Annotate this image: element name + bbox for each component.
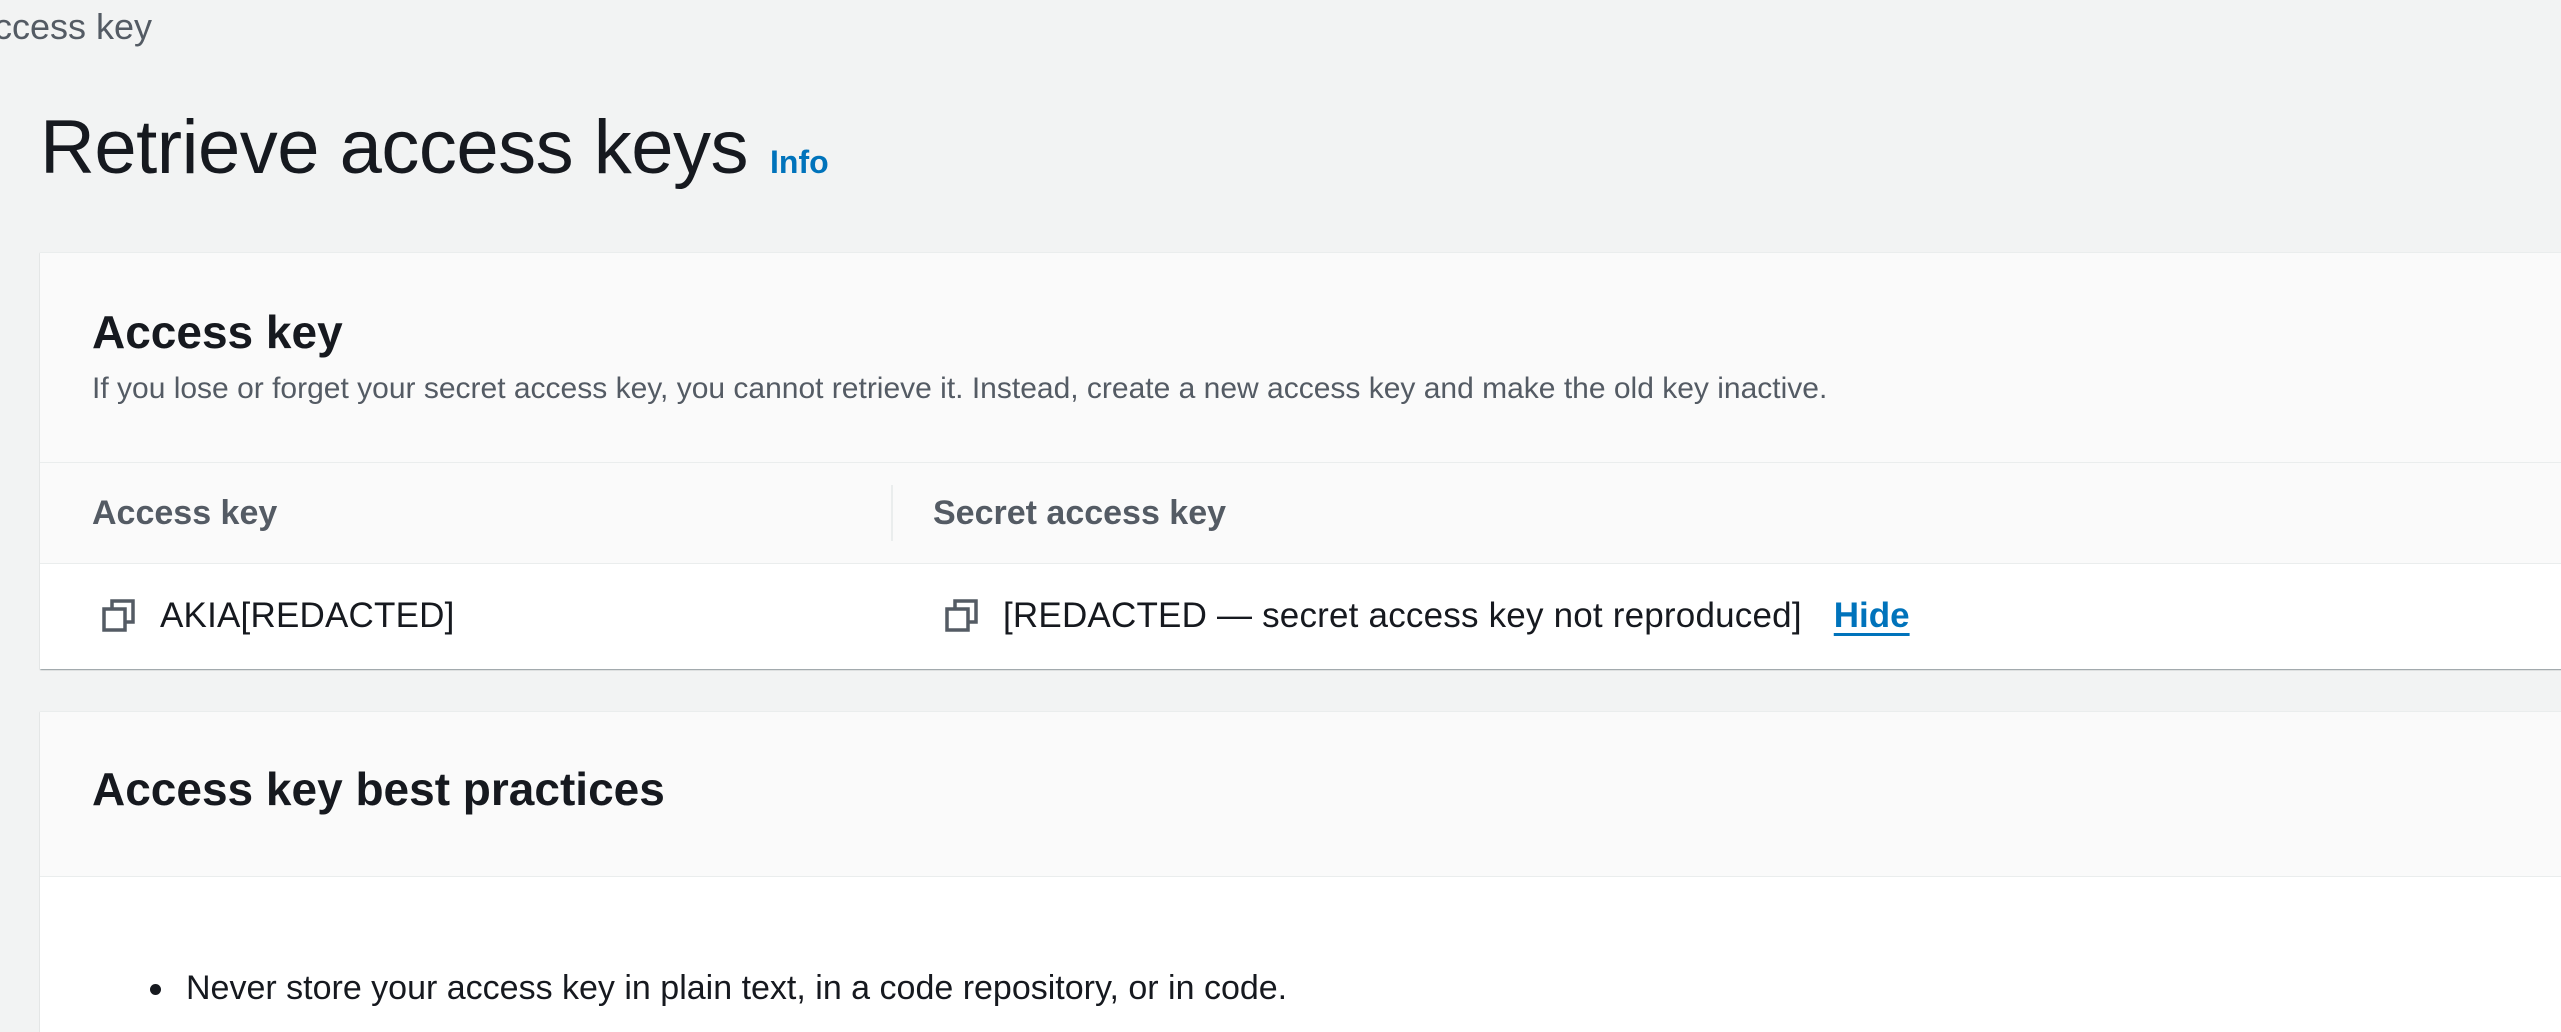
best-practices-list: Never store your access key in plain tex… (150, 877, 2561, 1008)
info-link[interactable]: Info (770, 144, 829, 181)
secret-access-key-column-label: Secret access key (933, 493, 1227, 532)
best-practices-panel-header: Access key best practices (40, 712, 2561, 877)
copy-icon-graphic (945, 599, 978, 632)
access-key-column-label: Access key (92, 493, 278, 532)
access-key-column-header: Access key (40, 463, 893, 563)
secret-access-key-value-group: [REDACTED — secret access key not reprod… (943, 596, 1910, 636)
access-key-panel-header: Access key If you lose or forget your se… (40, 253, 2561, 463)
page-title: Retrieve access keys (40, 105, 749, 190)
access-key-table-header: Access key Secret access key (40, 463, 2561, 564)
best-practices-panel-title: Access key best practices (92, 763, 665, 815)
copy-icon[interactable] (100, 597, 138, 635)
copy-icon[interactable] (943, 597, 981, 635)
hide-secret-link[interactable]: Hide (1834, 596, 1910, 636)
list-item: Never store your access key in plain tex… (150, 969, 2561, 1008)
table-row: AKIA[REDACTED] [REDACTED — secret access… (40, 564, 2561, 668)
access-key-value: AKIA[REDACTED] (160, 596, 455, 635)
copy-icon-graphic (102, 599, 135, 632)
access-key-panel-description: If you lose or forget your secret access… (92, 372, 1828, 406)
secret-access-key-cell: [REDACTED — secret access key not reprod… (893, 564, 2561, 668)
secret-access-key-column-header: Secret access key (893, 463, 2561, 563)
breadcrumb-current: ccess key (0, 6, 153, 47)
access-key-panel-title: Access key (92, 306, 343, 358)
access-key-table: Access key Secret access key AKIA[REDACT… (40, 463, 2561, 668)
access-key-value-group: AKIA[REDACTED] (100, 596, 455, 636)
best-practices-panel-body: Never store your access key in plain tex… (40, 877, 2561, 1008)
access-key-panel: Access key If you lose or forget your se… (40, 252, 2561, 669)
breadcrumb: ccess key (0, 6, 152, 48)
secret-access-key-value: [REDACTED — secret access key not reprod… (1003, 596, 1802, 635)
access-key-cell: AKIA[REDACTED] (40, 564, 893, 668)
best-practices-panel: Access key best practices Never store yo… (40, 711, 2561, 1032)
page-header: Retrieve access keys Info (40, 110, 829, 186)
